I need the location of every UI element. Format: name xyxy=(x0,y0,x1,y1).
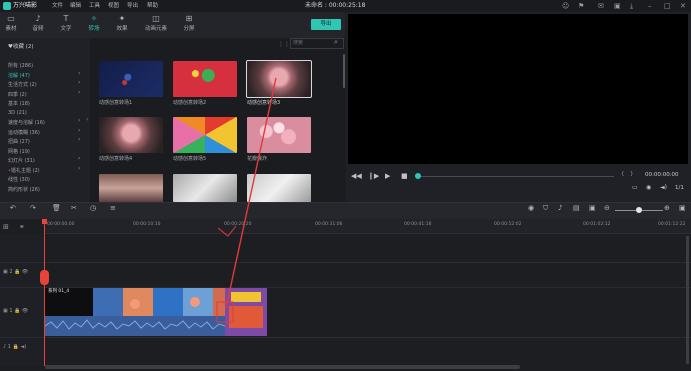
timeline-horizontal-scrollbar[interactable] xyxy=(45,365,520,369)
playhead-handle[interactable] xyxy=(42,219,47,224)
playhead-marker[interactable] xyxy=(40,270,49,285)
timeline-vertical-scrollbar[interactable] xyxy=(686,236,689,364)
annotation-arrow xyxy=(217,77,277,309)
playhead[interactable] xyxy=(44,219,45,366)
